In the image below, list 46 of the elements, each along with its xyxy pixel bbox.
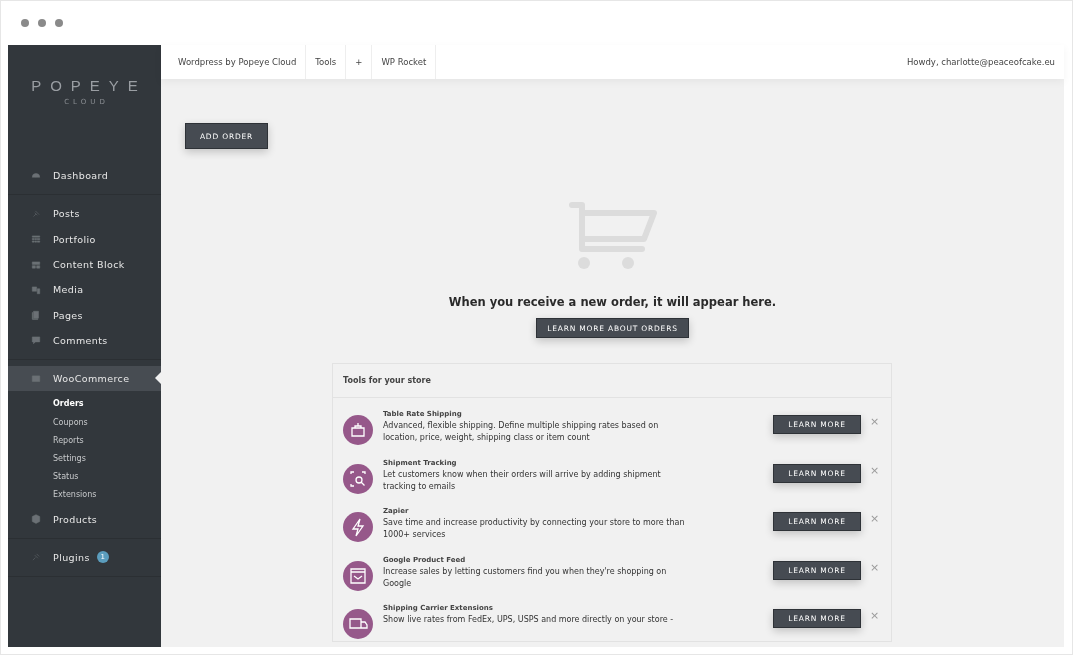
- extension-icon: [343, 560, 373, 591]
- sidebar-item[interactable]: Comments: [8, 327, 161, 354]
- submenu-item[interactable]: Status: [8, 468, 161, 487]
- menu-icon: [31, 310, 41, 321]
- extension-icon: [343, 609, 373, 639]
- toolbar-link[interactable]: WP Rocket: [372, 45, 437, 79]
- sidebar-item[interactable]: Portfolio: [8, 226, 161, 252]
- extension-description: Advanced, flexible shipping. Define multiple shipping rates based on location, price, weight, shipping class or item count: [383, 420, 660, 444]
- toolbar-link[interactable]: Wordpress by Popeye Cloud: [161, 45, 307, 79]
- menu-icon: [31, 373, 41, 384]
- extension-description: Show live rates from FedEx, UPS, USPS and more directly on your store -: [383, 614, 675, 626]
- sidebar-item[interactable]: Products: [8, 506, 161, 532]
- window-dot: [55, 19, 63, 27]
- panel-title: Tools for your store: [333, 364, 891, 398]
- menu-icon: [31, 552, 41, 563]
- window-dot: [21, 19, 29, 27]
- sidebar-item[interactable]: WooCommerce: [8, 366, 161, 392]
- menu-icon: [31, 514, 41, 525]
- sidebar-item[interactable]: Posts: [8, 201, 161, 227]
- sidebar-item[interactable]: Media: [8, 277, 161, 303]
- window-dot: [38, 19, 46, 27]
- submenu-item[interactable]: Settings: [8, 449, 161, 469]
- submenu-item[interactable]: Orders: [8, 395, 161, 414]
- submenu-item[interactable]: Reports: [8, 431, 161, 450]
- toolbar-link[interactable]: +: [346, 45, 373, 79]
- submenu-item[interactable]: Extensions: [8, 486, 161, 505]
- logo-wordmark: POPEYE: [31, 77, 147, 94]
- extension-icon: [343, 512, 373, 542]
- sidebar-item[interactable]: Pages: [8, 302, 161, 328]
- menu-icon: [31, 335, 41, 346]
- menu-icon: [31, 284, 41, 295]
- menu-icon: [31, 170, 41, 181]
- sidebar-item[interactable]: Content Block: [8, 251, 161, 278]
- extension-description: Let customers know when their orders will arrive by adding shipment tracking to emails: [383, 468, 662, 493]
- extension-description: Increase sales by letting customers find you when they're shopping on Google: [383, 565, 668, 590]
- empty-message: When you receive a new order, it will appear here.: [448, 295, 777, 309]
- sidebar-item[interactable]: Dashboard: [8, 163, 161, 189]
- submenu-item[interactable]: Coupons: [8, 413, 161, 432]
- extension-icon: [343, 415, 373, 445]
- user-greeting[interactable]: Howdy, charlotte@peaceofcake.eu: [906, 45, 1064, 79]
- toolbar-link[interactable]: Tools: [306, 45, 347, 79]
- extension-description: Save time and increase productivity by connecting your store to more than 1000+ services: [383, 517, 686, 541]
- extension-icon: [343, 463, 373, 494]
- menu-icon: [31, 234, 41, 245]
- menu-icon: [31, 259, 41, 270]
- menu-icon: [31, 208, 41, 219]
